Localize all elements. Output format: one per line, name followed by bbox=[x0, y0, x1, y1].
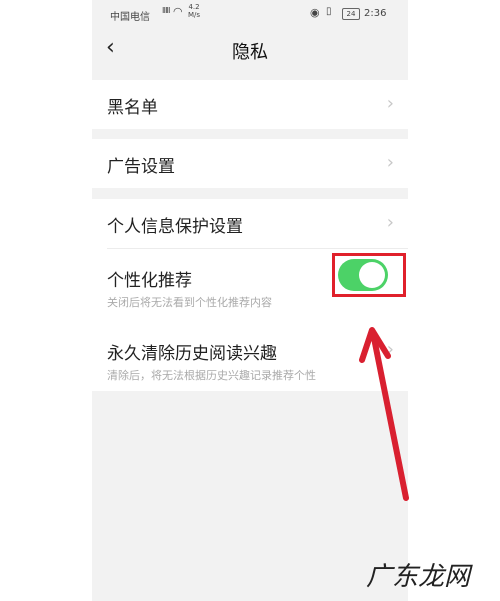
watermark-logo: 广东龙网 bbox=[366, 562, 471, 592]
annotation-arrow-icon bbox=[359, 327, 409, 501]
